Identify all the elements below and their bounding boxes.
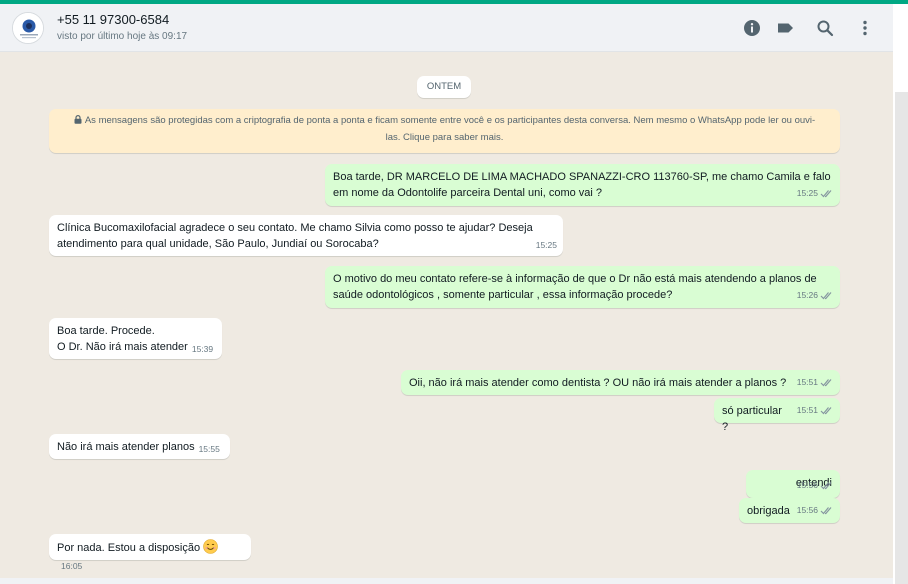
message-meta: 15:25 — [797, 185, 834, 203]
message-text: Boa tarde, DR MARCELO DE LIMA MACHADO SP… — [333, 171, 831, 199]
double-check-icon — [820, 187, 834, 203]
info-icon[interactable] — [741, 17, 763, 39]
encryption-notice[interactable]: As mensagens são protegidas com a cripto… — [49, 109, 840, 153]
message-meta: 15:56 — [797, 477, 834, 495]
double-check-icon — [820, 504, 834, 520]
double-check-icon — [820, 404, 834, 420]
label-icon[interactable] — [774, 17, 796, 39]
message-incoming[interactable]: Por nada. Estou a disposição 16:05 — [49, 534, 251, 571]
conversation-panel: +55 11 97300-6584 visto por último hoje … — [0, 4, 893, 584]
message-text: O motivo do meu contato refere-se à info… — [333, 273, 817, 301]
message-time: 15:25 — [796, 188, 818, 198]
double-check-icon — [820, 479, 834, 495]
message-text: Oii, não irá mais atender como dentista … — [409, 377, 787, 389]
message-text: Não irá mais atender planos — [57, 441, 195, 453]
message-list[interactable]: ONTEM As mensagens são protegidas com a … — [0, 52, 893, 584]
scrollbar-track[interactable] — [895, 92, 908, 584]
message-time: 15:25 — [535, 240, 557, 250]
message-outgoing[interactable]: Oii, não irá mais atender como dentista … — [401, 370, 840, 395]
message-outgoing[interactable]: O motivo do meu contato refere-se à info… — [325, 266, 840, 308]
message-time: 15:39 — [191, 344, 214, 354]
message-text-line-2: O Dr. Não irá mais atender 15:39 — [57, 339, 214, 357]
last-seen-status: visto por último hoje às 09:17 — [57, 31, 188, 42]
message-time: 15:56 — [796, 480, 818, 490]
message-text-line-1: Boa tarde. Procede. — [57, 325, 155, 337]
message-outgoing[interactable]: obrigada 15:56 — [739, 498, 840, 523]
message-incoming[interactable]: Boa tarde. Procede. O Dr. Não irá mais a… — [49, 318, 222, 359]
message-incoming[interactable]: Clínica Bucomaxilofacial agradece o seu … — [49, 215, 563, 256]
message-time: 16:05 — [61, 561, 83, 571]
double-check-icon — [820, 376, 834, 392]
message-outgoing[interactable]: só particular ? 15:51 — [714, 398, 840, 433]
message-outgoing[interactable]: entendi 15:56 — [746, 470, 840, 498]
composer-edge — [0, 578, 893, 584]
message-time: 15:51 — [796, 405, 818, 415]
message-meta: 15:56 — [797, 502, 834, 520]
date-chip: ONTEM — [417, 76, 471, 98]
message-time: 15:56 — [796, 505, 818, 515]
smiling-face-emoji — [203, 539, 218, 554]
search-icon[interactable] — [814, 17, 836, 39]
message-meta: 15:51 — [797, 402, 834, 420]
message-time: 15:26 — [796, 290, 818, 300]
message-time: 15:55 — [198, 444, 220, 454]
encryption-notice-text: As mensagens são protegidas com a cripto… — [84, 115, 816, 143]
lock-icon — [74, 114, 82, 130]
message-text: O Dr. Não irá mais atender — [57, 341, 188, 353]
menu-icon[interactable] — [854, 17, 876, 39]
message-text: Clínica Bucomaxilofacial agradece o seu … — [57, 222, 533, 250]
message-meta: 15:26 — [797, 287, 834, 305]
message-text: Por nada. Estou a disposição — [57, 542, 201, 554]
avatar[interactable] — [12, 12, 44, 44]
double-check-icon — [820, 289, 834, 305]
message-incoming[interactable]: Não irá mais atender planos 15:55 — [49, 434, 230, 459]
conversation-header: +55 11 97300-6584 visto por último hoje … — [0, 4, 893, 52]
message-meta: 15:51 — [797, 374, 834, 392]
message-outgoing[interactable]: Boa tarde, DR MARCELO DE LIMA MACHADO SP… — [325, 164, 840, 206]
message-text: só particular ? — [722, 405, 782, 433]
message-time: 15:51 — [796, 377, 818, 387]
right-edge — [893, 4, 908, 584]
contact-name[interactable]: +55 11 97300-6584 — [57, 12, 169, 27]
